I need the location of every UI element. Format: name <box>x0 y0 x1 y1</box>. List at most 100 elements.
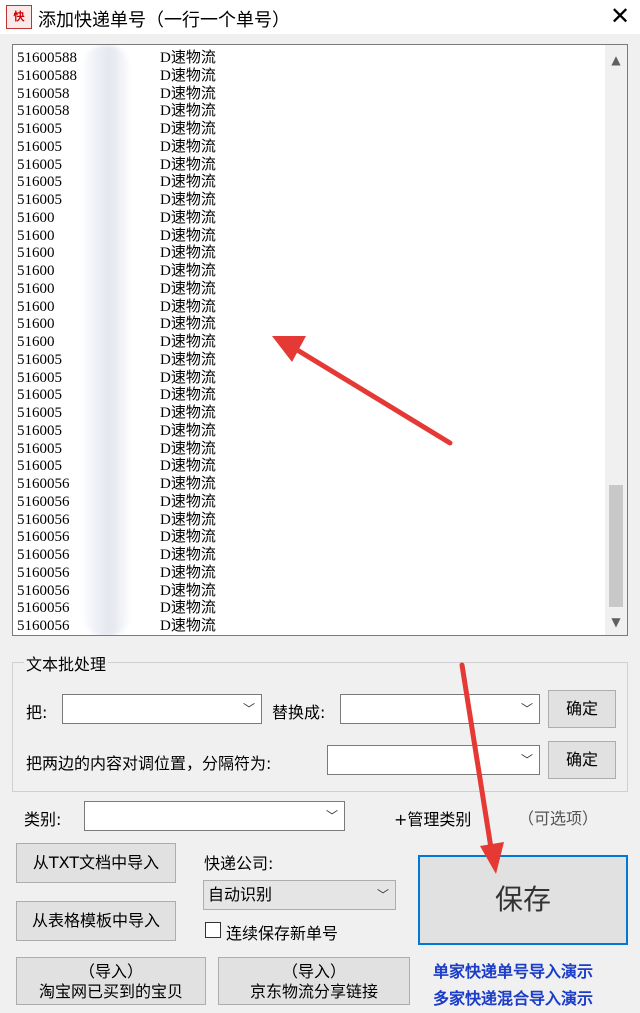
tracking-number: 516005 <box>17 369 62 386</box>
import-taobao-line2: 淘宝网已买到的宝贝 <box>38 982 183 1001</box>
carrier-name: D速物流 <box>160 405 216 421</box>
replace-confirm-button[interactable]: 确定 <box>548 690 616 728</box>
tracking-number: 516005 <box>17 156 62 173</box>
title-bar: 快 添加快递单号（一行一个单号） ✕ <box>0 0 640 34</box>
tracking-number: 516005 <box>17 192 62 208</box>
save-button[interactable]: 保存 <box>418 855 628 945</box>
tracking-number: 516005 <box>17 405 62 421</box>
mixed-import-demo-link[interactable]: 多家快递混合导入演示 <box>433 985 593 1009</box>
single-import-demo-link[interactable]: 单家快递单号导入演示 <box>433 958 593 982</box>
tracking-number-textarea[interactable]: 51600588 D速物流 51600588 D速物流 5160058 D速物流 51600… <box>12 44 628 636</box>
tracking-number: 516005 <box>17 121 62 137</box>
swap-label: 把两边的内容对调位置，分隔符为: <box>26 754 272 773</box>
carrier-name: D速物流 <box>160 263 216 279</box>
carrier-name: D速物流 <box>160 174 216 191</box>
carrier-name: D速物流 <box>160 85 216 102</box>
carrier-name: D速物流 <box>160 50 216 66</box>
carrier-name: D速物流 <box>160 316 216 333</box>
tracking-number: 51600 <box>17 280 55 297</box>
chevron-down-icon: ﹀ <box>520 753 533 767</box>
carrier-name: D速物流 <box>160 547 216 563</box>
courier-label: 快递公司: <box>204 854 274 873</box>
tracking-number: 5160056 <box>17 618 70 634</box>
import-jd-line2: 京东物流分享链接 <box>249 982 378 1001</box>
separator-combo[interactable]: ﹀ <box>327 745 540 775</box>
scroll-down-icon[interactable]: ▼ <box>605 611 627 633</box>
carrier-name: D速物流 <box>160 351 216 368</box>
tracking-number: 5160056 <box>17 511 70 528</box>
tracking-number: 51600588 <box>17 67 77 84</box>
tracking-number: 5160056 <box>17 493 70 510</box>
chevron-down-icon: ﹀ <box>520 702 533 716</box>
swap-confirm-button[interactable]: 确定 <box>548 741 616 779</box>
manage-category-link[interactable]: +管理类别 <box>394 806 471 830</box>
tracking-number: 516005 <box>17 422 62 439</box>
carrier-name: D速物流 <box>160 245 216 262</box>
find-label: 把: <box>26 703 48 722</box>
carrier-name: D速物流 <box>160 280 216 297</box>
find-combo[interactable]: ﹀ <box>62 694 262 724</box>
close-button[interactable]: ✕ <box>604 0 636 34</box>
carrier-name: D速物流 <box>160 564 216 581</box>
tracking-number: 516005 <box>17 440 62 457</box>
tracking-number: 5160056 <box>17 529 70 546</box>
carrier-name: D速物流 <box>160 511 216 528</box>
tracking-number: 51600 <box>17 263 55 279</box>
scroll-up-icon[interactable]: ▲ <box>605 49 627 71</box>
carrier-name: D速物流 <box>160 138 216 155</box>
carrier-name: D速物流 <box>160 476 216 492</box>
tracking-number: 51600 <box>17 209 55 226</box>
tracking-number: 51600 <box>17 227 55 244</box>
carrier-name: D速物流 <box>160 103 216 120</box>
carrier-name: D速物流 <box>160 192 216 208</box>
import-txt-button[interactable]: 从TXT文档中导入 <box>16 843 176 883</box>
batch-group-title: 文本批处理 <box>24 651 109 675</box>
category-combo[interactable]: ﹀ <box>84 801 345 831</box>
tracking-number: 5160058 <box>17 103 70 120</box>
carrier-name: D速物流 <box>160 227 216 244</box>
continuous-save-checkbox[interactable] <box>205 922 221 938</box>
carrier-name: D速物流 <box>160 334 216 350</box>
app-icon: 快 <box>6 5 32 29</box>
tracking-number: 51600 <box>17 334 55 350</box>
tracking-number: 51600588 <box>17 50 77 66</box>
courier-combo[interactable]: 自动识别 ﹀ <box>203 880 396 910</box>
tracking-number: 516005 <box>17 138 62 155</box>
replace-combo[interactable]: ﹀ <box>340 694 540 724</box>
tracking-number: 51600 <box>17 316 55 333</box>
carrier-name: D速物流 <box>160 387 216 404</box>
chevron-down-icon: ﹀ <box>325 809 338 823</box>
tracking-number: 51600 <box>17 245 55 262</box>
window-title: 添加快递单号（一行一个单号） <box>38 10 290 31</box>
carrier-name: D速物流 <box>160 529 216 546</box>
carrier-name: D速物流 <box>160 121 216 137</box>
carrier-name: D速物流 <box>160 67 216 84</box>
vertical-scrollbar[interactable]: ▲ ▼ <box>605 45 627 635</box>
tracking-number: 516005 <box>17 351 62 368</box>
carrier-name: D速物流 <box>160 618 216 634</box>
import-template-button[interactable]: 从表格模板中导入 <box>16 901 176 941</box>
carrier-name: D速物流 <box>160 369 216 386</box>
carrier-name: D速物流 <box>160 440 216 457</box>
scroll-thumb[interactable] <box>609 485 623 607</box>
tracking-number: 516005 <box>17 458 62 475</box>
import-taobao-button[interactable]: （导入） 淘宝网已买到的宝贝 <box>16 957 206 1005</box>
carrier-name: D速物流 <box>160 156 216 173</box>
carrier-name: D速物流 <box>160 422 216 439</box>
tracking-number: 5160056 <box>17 600 70 617</box>
continuous-save-label: 连续保存新单号 <box>226 924 339 943</box>
chevron-down-icon: ﹀ <box>376 888 389 902</box>
import-jd-button[interactable]: （导入） 京东物流分享链接 <box>218 957 410 1005</box>
tracking-number: 5160056 <box>17 476 70 492</box>
import-jd-line1: （导入） <box>281 962 346 981</box>
replace-label: 替换成: <box>272 703 326 722</box>
tracking-number: 5160056 <box>17 564 70 581</box>
tracking-number: 516005 <box>17 387 62 404</box>
category-label: 类别: <box>24 810 62 829</box>
courier-combo-value: 自动识别 <box>208 885 273 904</box>
tracking-number: 5160056 <box>17 547 70 563</box>
carrier-name: D速物流 <box>160 458 216 475</box>
blurred-redaction <box>83 45 129 635</box>
carrier-name: D速物流 <box>160 582 216 599</box>
tracking-number: 51600 <box>17 298 55 315</box>
